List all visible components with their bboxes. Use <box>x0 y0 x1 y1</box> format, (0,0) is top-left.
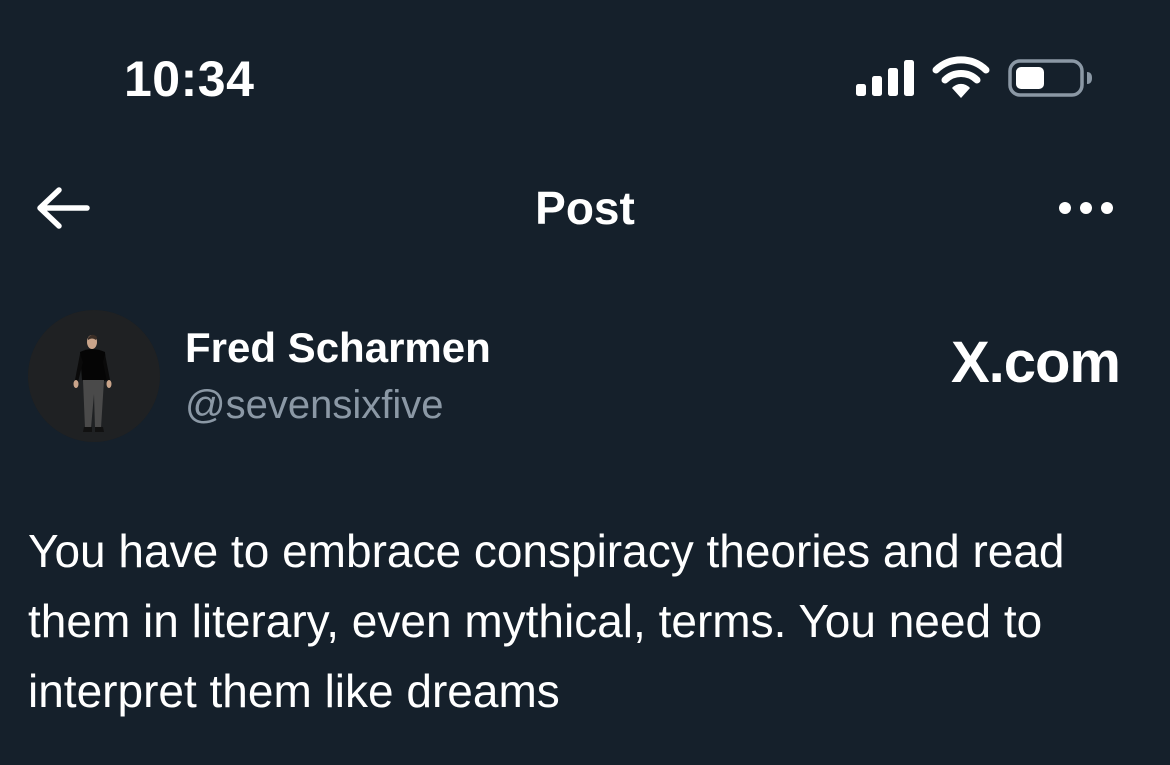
wifi-icon <box>932 56 990 98</box>
back-button[interactable] <box>28 182 94 234</box>
status-time: 10:34 <box>124 51 255 107</box>
battery-icon <box>1008 59 1092 97</box>
author-avatar[interactable] <box>28 310 160 442</box>
more-horizontal-icon <box>1059 202 1113 214</box>
post-text: You have to embrace conspiracy theories … <box>28 525 1065 717</box>
cellular-signal-icon <box>856 60 914 96</box>
x-com-logo: X.com <box>950 330 1121 395</box>
page-title: Post <box>535 182 635 234</box>
more-options-button[interactable] <box>1050 188 1122 228</box>
author-name[interactable]: Fred Scharmen <box>185 322 491 374</box>
author-handle[interactable]: @sevensixfive <box>185 380 443 430</box>
person-figure-icon <box>28 310 160 442</box>
arrow-left-icon <box>37 187 90 229</box>
